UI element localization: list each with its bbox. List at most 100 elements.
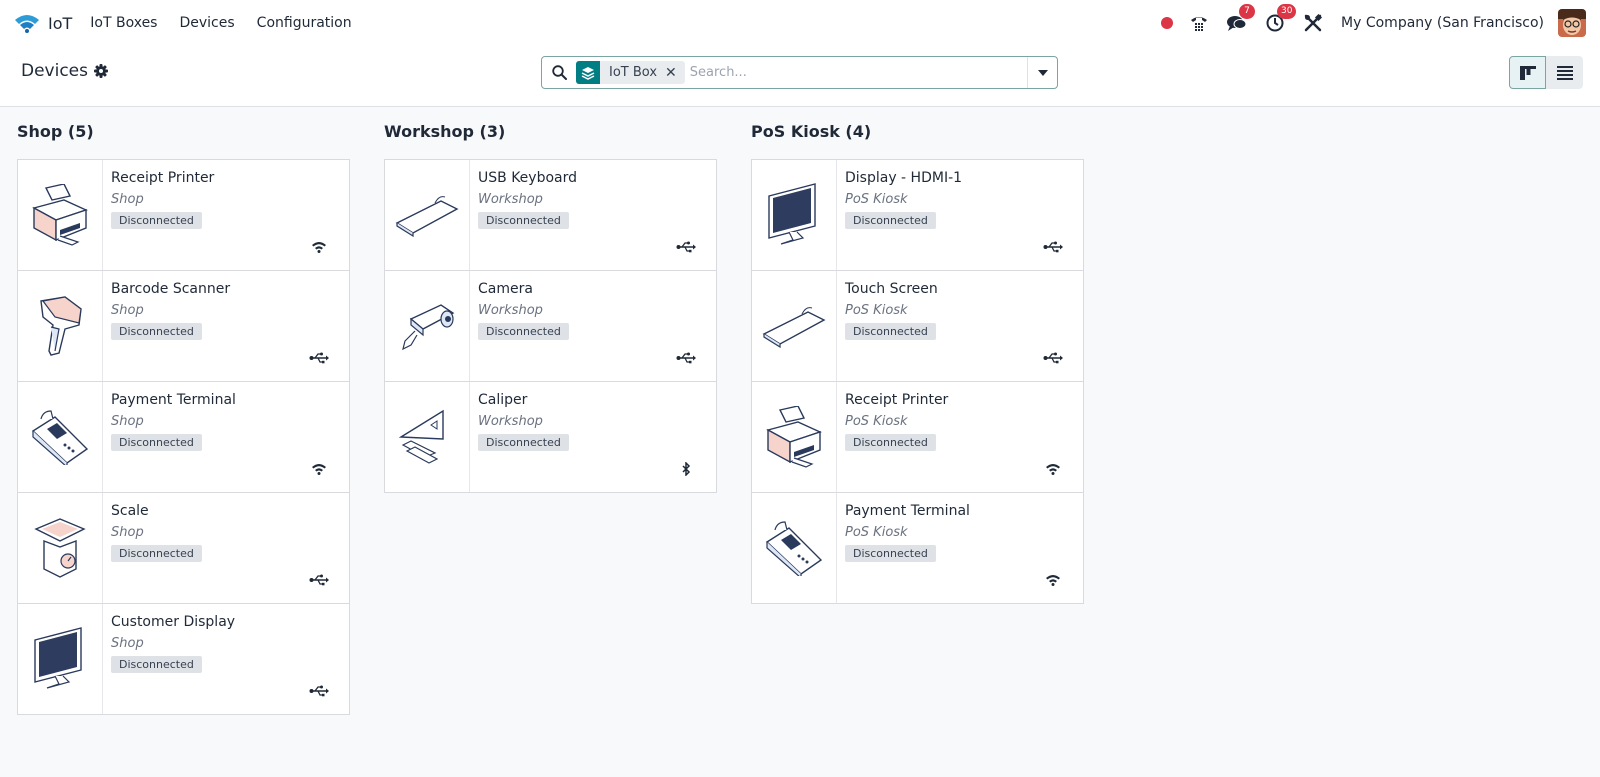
menu-iot-boxes[interactable]: IoT Boxes [90,15,157,31]
device-card[interactable]: Scale Shop Disconnected [17,492,350,604]
usb-icon [309,573,329,587]
status-badge: Disconnected [111,545,202,562]
kanban-column: Shop (5) Receipt Printer Shop Disconnect… [17,120,350,715]
status-badge: Disconnected [478,212,569,229]
device-location: Workshop [478,303,543,318]
usb-icon [1043,240,1063,254]
column-header[interactable]: Workshop (3) [384,120,717,160]
device-card[interactable]: Caliper Workshop Disconnected [384,381,717,493]
facet-remove-icon[interactable]: ✕ [665,65,685,81]
card-body: Payment Terminal Shop Disconnected [103,382,236,492]
usb-icon [676,240,696,254]
search-input[interactable] [684,59,1027,86]
activities-clock-icon[interactable]: 30 [1265,4,1297,33]
kanban-column: PoS Kiosk (4) Display - HDMI-1 PoS Kiosk… [751,120,1084,715]
phone-icon[interactable] [1189,13,1209,33]
list-icon [1556,65,1573,80]
status-badge: Disconnected [478,434,569,451]
device-name: Payment Terminal [111,392,236,408]
card-body: Customer Display Shop Disconnected [103,604,235,714]
messages-count-badge: 7 [1239,4,1256,19]
device-location: Shop [111,192,144,207]
device-location: PoS Kiosk [845,303,908,318]
usb-icon [676,351,696,365]
device-card[interactable]: Customer Display Shop Disconnected [17,603,350,715]
device-card[interactable]: Receipt Printer Shop Disconnected [17,159,350,271]
gear-icon[interactable] [94,64,108,78]
card-body: USB Keyboard Workshop Disconnected [470,160,577,270]
kanban-icon [1519,65,1536,80]
menu-configuration[interactable]: Configuration [257,15,352,31]
device-card[interactable]: USB Keyboard Workshop Disconnected [384,159,717,271]
iot-wifi-logo-icon [12,11,42,35]
list-view-button[interactable] [1546,56,1583,89]
kanban-board: Shop (5) Receipt Printer Shop Disconnect… [17,120,1118,715]
user-avatar[interactable] [1558,9,1586,37]
card-body: Receipt Printer Shop Disconnected [103,160,214,270]
systray: 7 30 My Company (San Francisco) [1161,0,1586,46]
device-location: Shop [111,636,144,651]
bluetooth-icon [676,462,696,476]
control-panel: Devices IoT Box ✕ Search... [0,46,1600,107]
device-card[interactable]: Payment Terminal PoS Kiosk Disconnected [751,492,1084,604]
card-body: Camera Workshop Disconnected [470,271,569,381]
device-card[interactable]: Receipt Printer PoS Kiosk Disconnected [751,381,1084,493]
card-body: Display - HDMI-1 PoS Kiosk Disconnected [837,160,962,270]
device-name: Barcode Scanner [111,281,231,297]
wifi-icon [1043,462,1063,476]
usb-icon [309,684,329,698]
wifi-icon [309,462,329,476]
device-location: PoS Kiosk [845,525,908,540]
status-badge: Disconnected [478,323,569,340]
device-card[interactable]: Payment Terminal Shop Disconnected [17,381,350,493]
device-location: PoS Kiosk [845,192,908,207]
menu-devices[interactable]: Devices [179,15,234,31]
status-badge: Disconnected [845,323,936,340]
app-brand[interactable]: IoT [12,11,72,35]
terminal-icon [752,493,837,603]
company-switcher[interactable]: My Company (San Francisco) [1341,15,1544,31]
keyboard-icon [385,160,470,270]
status-badge: Disconnected [111,434,202,451]
printer-icon [752,382,837,492]
kanban-view-button[interactable] [1509,56,1546,89]
breadcrumb: Devices [21,61,108,81]
search-bar: IoT Box ✕ [541,56,1058,89]
device-card[interactable]: Touch Screen PoS Kiosk Disconnected [751,270,1084,382]
device-name: Display - HDMI-1 [845,170,963,186]
debug-tools-icon[interactable] [1303,13,1323,33]
recording-indicator-icon[interactable] [1161,17,1174,29]
device-name: Payment Terminal [845,503,970,519]
device-name: Camera [478,281,533,297]
scanner-icon [18,271,103,381]
messages-icon[interactable]: 7 [1227,4,1256,33]
device-name: Touch Screen [845,281,938,297]
search-options-toggle[interactable] [1027,57,1057,88]
device-card[interactable]: Camera Workshop Disconnected [384,270,717,382]
device-card[interactable]: Barcode Scanner Shop Disconnected [17,270,350,382]
wifi-icon [1043,573,1063,587]
card-body: Receipt Printer PoS Kiosk Disconnected [837,382,948,492]
activities-count-badge: 30 [1277,4,1297,19]
layers-icon [576,61,600,84]
device-location: Workshop [478,192,543,207]
caliper-icon [385,382,470,492]
main-menu: IoT Boxes Devices Configuration [90,15,373,31]
status-badge: Disconnected [111,212,202,229]
column-header[interactable]: PoS Kiosk (4) [751,120,1084,160]
device-name: Scale [111,503,149,519]
device-location: Shop [111,303,144,318]
app-name: IoT [48,13,73,33]
device-name: USB Keyboard [478,170,577,186]
device-location: Shop [111,414,144,429]
column-header[interactable]: Shop (5) [17,120,350,160]
search-icon[interactable] [542,65,576,80]
search-facet: IoT Box ✕ [576,61,685,84]
device-name: Receipt Printer [845,392,949,408]
top-navbar: IoT IoT Boxes Devices Configuration 7 30… [0,0,1600,46]
device-card[interactable]: Display - HDMI-1 PoS Kiosk Disconnected [751,159,1084,271]
status-badge: Disconnected [111,656,202,673]
card-body: Touch Screen PoS Kiosk Disconnected [837,271,938,381]
status-badge: Disconnected [845,434,936,451]
card-body: Caliper Workshop Disconnected [470,382,569,492]
